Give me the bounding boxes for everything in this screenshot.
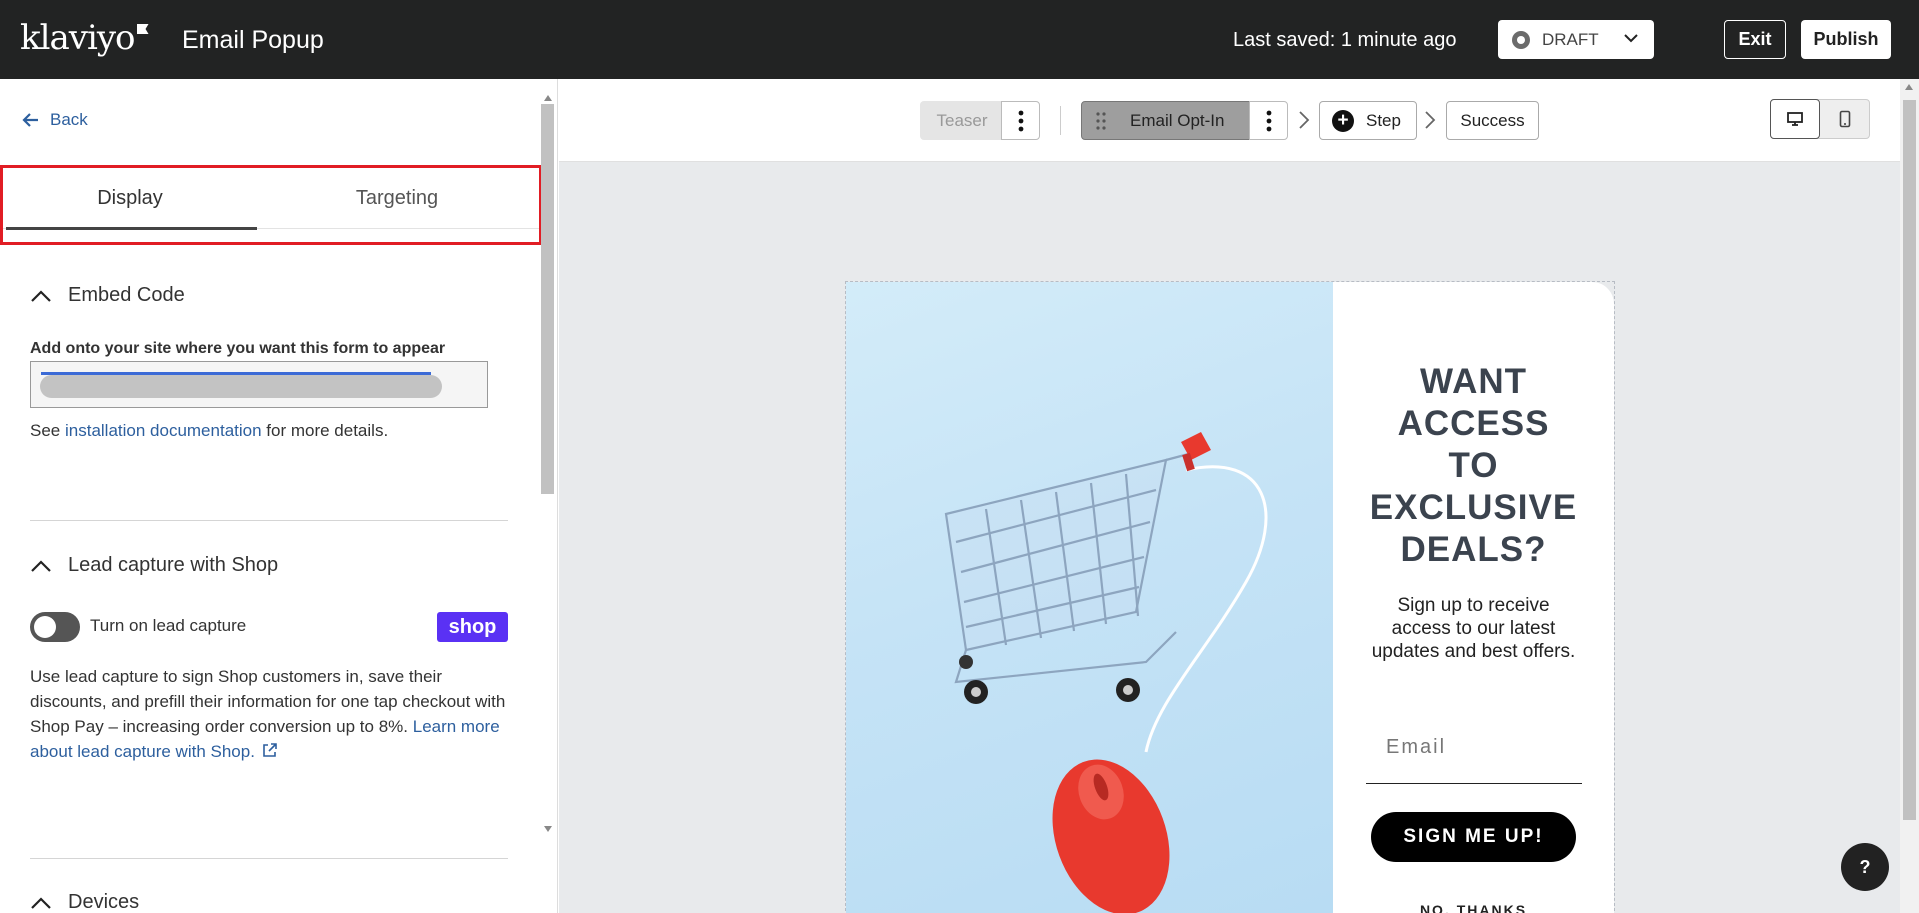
section-divider [30,858,508,859]
embed-code-section-toggle[interactable]: Embed Code [30,284,185,307]
popup-hero-image[interactable] [846,282,1333,913]
installation-doc-link[interactable]: installation documentation [65,421,262,440]
scroll-up-arrow[interactable] [544,95,552,101]
chevron-right-icon [1425,111,1436,129]
draft-icon [1512,30,1530,49]
section-heading: Embed Code [68,284,185,306]
teaser-more-button[interactable] [1001,101,1040,140]
optin-more-button[interactable] [1249,101,1288,140]
page-title: Email Popup [182,26,324,54]
back-label: Back [50,110,88,129]
shop-logo: shop [437,612,508,642]
desktop-view-button[interactable] [1770,99,1820,139]
step-success[interactable]: Success [1446,101,1539,140]
mobile-icon [1839,110,1851,128]
flag-icon [136,24,149,34]
add-step-button[interactable]: + Step [1319,101,1417,140]
status-value: DRAFT [1542,29,1599,49]
redacted-code [40,375,442,398]
section-divider [30,520,508,521]
no-thanks-link[interactable]: NO, THANKS [1370,902,1577,913]
chevron-up-icon [31,896,51,909]
shopping-cart-mouse-illustration [944,432,1268,913]
plus-icon: + [1332,109,1354,132]
scroll-down-arrow[interactable] [544,826,552,832]
section-heading: Lead capture with Shop [68,554,279,576]
publish-button[interactable]: Publish [1801,20,1891,59]
popup-headline[interactable]: WANT ACCESS TO EXCLUSIVE DEALS? [1333,361,1614,571]
popup-subtext[interactable]: Sign up to receive access to our latest … [1370,594,1577,663]
chevron-right-icon [1299,111,1310,129]
embed-label: Add onto your site where you want this f… [30,340,446,357]
lead-capture-toggle[interactable] [30,612,80,642]
klaviyo-logo[interactable]: klaviyo [20,18,149,58]
last-saved-status: Last saved: 1 minute ago [1233,29,1457,51]
top-bar: klaviyo Email Popup Last saved: 1 minute… [0,0,1919,79]
step-separator [1060,106,1061,135]
installation-note: See installation documentation for more … [30,421,389,440]
text-selection [41,372,431,375]
drag-handle-icon[interactable] [1096,111,1106,130]
step-teaser[interactable]: Teaser [920,101,1004,140]
exit-button[interactable]: Exit [1724,20,1786,59]
step-label: Email Opt-In [1130,110,1225,130]
embed-code-field[interactable] [30,361,488,408]
lead-capture-description: Use lead capture to sign Shop customers … [30,667,506,761]
more-vertical-icon [1018,110,1023,131]
settings-panel: Back Display Targeting Embed Code Add on… [0,79,558,913]
devices-section-toggle[interactable]: Devices [30,891,139,913]
add-step-label: Step [1366,110,1401,130]
scroll-up-arrow[interactable] [1905,84,1913,90]
section-heading: Devices [68,891,140,913]
back-link[interactable]: Back [22,110,88,130]
sign-up-button[interactable]: SIGN ME UP! [1371,812,1576,862]
step-email-optin[interactable]: Email Opt-In [1081,101,1251,140]
panel-scrollbar-thumb[interactable] [541,104,554,494]
more-vertical-icon [1266,110,1271,131]
external-link-icon[interactable] [261,742,278,759]
chevron-down-icon [1624,34,1638,43]
tabs-highlight-box [0,165,542,245]
help-button[interactable]: ? [1841,843,1889,891]
mobile-view-button[interactable] [1820,99,1870,139]
lead-capture-toggle-label: Turn on lead capture [90,616,247,635]
status-dropdown[interactable]: DRAFT [1498,20,1654,59]
chevron-up-icon [31,559,51,572]
chevron-up-icon [31,289,51,302]
email-field[interactable] [1366,712,1582,784]
desktop-icon [1787,112,1803,126]
lead-capture-section-toggle[interactable]: Lead capture with Shop [30,554,278,577]
canvas-scrollbar-thumb[interactable] [1903,100,1916,820]
arrow-left-icon [22,113,38,127]
